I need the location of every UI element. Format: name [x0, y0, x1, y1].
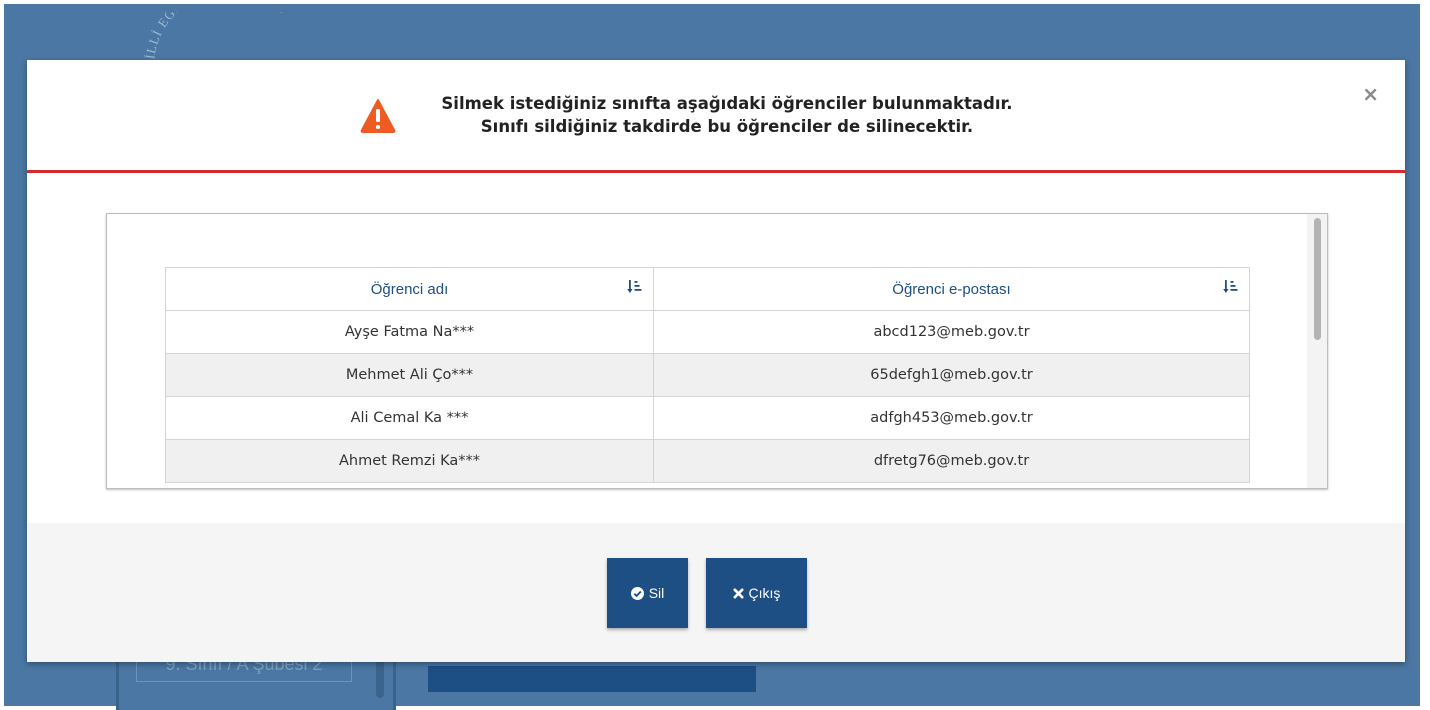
check-circle-icon	[630, 586, 644, 600]
dialog-body: Öğrenci adı Öğrenci e-postası Ayşe Fatma…	[27, 173, 1405, 523]
table-row: Mehmet Ali Ço*** 65defgh1@meb.gov.tr	[165, 353, 1250, 397]
warning-icon	[360, 99, 396, 133]
delete-class-dialog: Silmek istediğiniz sınıfta aşağıdaki öğr…	[27, 60, 1405, 662]
list-scrollbar[interactable]	[1307, 214, 1327, 488]
column-header-student-name[interactable]: Öğrenci adı	[165, 267, 654, 311]
student-name-cell: Ayşe Fatma Na***	[165, 310, 654, 354]
delete-button-label: Sil	[648, 585, 665, 601]
close-icon	[733, 587, 744, 599]
table-header-row: Öğrenci adı Öğrenci e-postası	[165, 267, 1250, 311]
column-header-label: Öğrenci adı	[370, 280, 449, 298]
exit-button-label: Çıkış	[748, 585, 781, 601]
student-name-cell: Ali Cemal Ka ***	[165, 396, 654, 440]
delete-button[interactable]: Sil	[607, 558, 688, 628]
close-button[interactable]: ×	[1362, 82, 1379, 106]
student-table: Öğrenci adı Öğrenci e-postası Ayşe Fatma…	[165, 267, 1250, 483]
table-row: Ayşe Fatma Na*** abcd123@meb.gov.tr	[165, 310, 1250, 354]
warning-line-1: Silmek istediğiniz sınıfta aşağıdaki öğr…	[441, 94, 1013, 113]
warning-message: Silmek istediğiniz sınıfta aşağıdaki öğr…	[407, 92, 1047, 138]
column-header-label: Öğrenci e-postası	[892, 280, 1011, 298]
warning-line-2: Sınıfı sildiğiniz takdirde bu öğrenciler…	[480, 117, 974, 136]
student-email-cell: adfgh453@meb.gov.tr	[653, 396, 1250, 440]
background-button	[428, 666, 756, 692]
student-name-cell: Ahmet Remzi Ka***	[165, 439, 654, 483]
table-row: Ahmet Remzi Ka*** dfretg76@meb.gov.tr	[165, 439, 1250, 483]
dialog-header: Silmek istediğiniz sınıfta aşağıdaki öğr…	[27, 60, 1405, 173]
sort-icon[interactable]	[1223, 279, 1239, 295]
scrollbar-thumb[interactable]	[1314, 218, 1321, 340]
student-name-cell: Mehmet Ali Ço***	[165, 353, 654, 397]
column-header-student-email[interactable]: Öğrenci e-postası	[653, 267, 1250, 311]
exit-button[interactable]: Çıkış	[706, 558, 807, 628]
table-row: Ali Cemal Ka *** adfgh453@meb.gov.tr	[165, 396, 1250, 440]
dialog-footer: Sil Çıkış	[27, 523, 1405, 662]
student-email-cell: abcd123@meb.gov.tr	[653, 310, 1250, 354]
student-list-container: Öğrenci adı Öğrenci e-postası Ayşe Fatma…	[106, 213, 1328, 489]
student-email-cell: dfretg76@meb.gov.tr	[653, 439, 1250, 483]
sort-icon[interactable]	[627, 279, 643, 295]
student-email-cell: 65defgh1@meb.gov.tr	[653, 353, 1250, 397]
